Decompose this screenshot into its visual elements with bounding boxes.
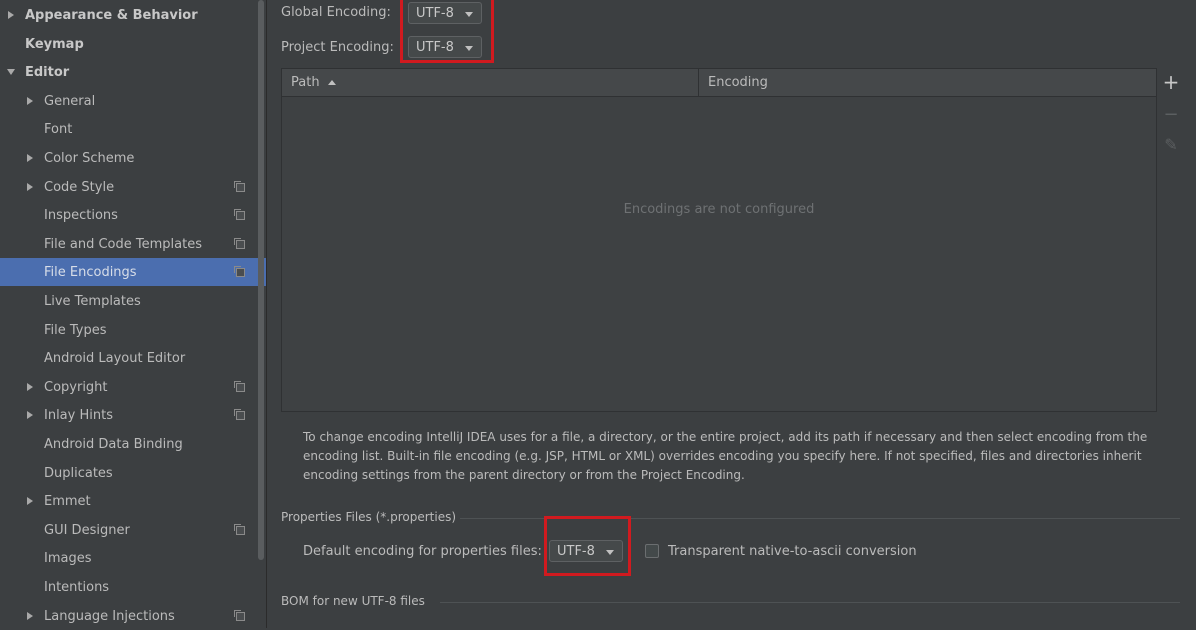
- section-divider: [440, 602, 1180, 603]
- expand-right-icon[interactable]: [27, 383, 33, 391]
- expand-right-icon[interactable]: [27, 97, 33, 105]
- sidebar-item-label: File Types: [44, 322, 107, 338]
- path-encoding-table[interactable]: Path Encoding Encodings are not configur…: [281, 68, 1157, 412]
- column-header-encoding[interactable]: Encoding: [699, 69, 1156, 97]
- sidebar-item-color-scheme[interactable]: Color Scheme: [0, 144, 266, 172]
- sidebar-item-label: Keymap: [25, 36, 84, 52]
- project-encoding-label: Project Encoding:: [281, 40, 394, 55]
- bom-section-title: BOM for new UTF-8 files: [281, 594, 425, 608]
- sidebar-item-label: Duplicates: [44, 465, 113, 481]
- sidebar-item-file-encodings[interactable]: File Encodings: [0, 258, 266, 286]
- transparent-conversion-label[interactable]: Transparent native-to-ascii conversion: [668, 544, 917, 559]
- sidebar-item-label: GUI Designer: [44, 522, 130, 538]
- project-scope-icon: [234, 238, 245, 249]
- sidebar-item-label: General: [44, 93, 96, 109]
- global-encoding-label: Global Encoding:: [281, 5, 391, 20]
- sidebar-item-label: Font: [44, 121, 73, 137]
- sidebar-item-images[interactable]: Images: [0, 544, 266, 572]
- column-header-encoding-label: Encoding: [708, 75, 768, 90]
- sidebar-scrollbar[interactable]: [258, 0, 264, 560]
- sidebar-item-live-templates[interactable]: Live Templates: [0, 287, 266, 315]
- sidebar-item-editor[interactable]: Editor: [0, 58, 266, 86]
- sidebar-item-duplicates[interactable]: Duplicates: [0, 459, 266, 487]
- sidebar-item-label: Appearance & Behavior: [25, 7, 198, 23]
- project-scope-icon: [234, 524, 245, 535]
- sidebar-item-emmet[interactable]: Emmet: [0, 487, 266, 515]
- sidebar-item-label: Android Layout Editor: [44, 350, 186, 366]
- sidebar-item-gui-designer[interactable]: GUI Designer: [0, 516, 266, 544]
- encoding-help-text: To change encoding IntelliJ IDEA uses fo…: [303, 430, 1148, 482]
- expand-right-icon[interactable]: [27, 411, 33, 419]
- highlight-box-properties: [544, 516, 631, 576]
- expand-right-icon[interactable]: [27, 183, 33, 191]
- sidebar-item-inspections[interactable]: Inspections: [0, 201, 266, 229]
- add-icon[interactable]: +: [1157, 68, 1185, 96]
- properties-section-title: Properties Files (*.properties): [281, 510, 457, 524]
- project-scope-icon: [234, 181, 245, 192]
- expand-down-icon[interactable]: [7, 69, 15, 75]
- sidebar-item-appearance-behavior[interactable]: Appearance & Behavior: [0, 1, 266, 29]
- sort-ascending-icon: [327, 80, 336, 85]
- sidebar-item-label: File and Code Templates: [44, 236, 202, 252]
- sidebar-item-label: Color Scheme: [44, 150, 135, 166]
- sidebar-item-label: Android Data Binding: [44, 436, 183, 452]
- sidebar-item-file-types[interactable]: File Types: [0, 316, 266, 344]
- expand-right-icon[interactable]: [27, 154, 33, 162]
- sidebar-item-intentions[interactable]: Intentions: [0, 573, 266, 601]
- sidebar-item-label: Language Injections: [44, 608, 175, 624]
- project-scope-icon: [234, 266, 245, 277]
- sidebar-item-label: Emmet: [44, 493, 91, 509]
- sidebar-item-label: Intentions: [44, 579, 110, 595]
- column-header-path-label: Path: [291, 75, 320, 90]
- project-scope-icon: [234, 610, 245, 621]
- expand-right-icon[interactable]: [27, 497, 33, 505]
- project-scope-icon: [234, 209, 245, 220]
- table-toolbar: + − ✎: [1157, 68, 1185, 412]
- expand-right-icon[interactable]: [8, 11, 14, 19]
- sidebar-item-label: File Encodings: [44, 264, 137, 280]
- sidebar-item-label: Inspections: [44, 207, 118, 223]
- expand-right-icon[interactable]: [27, 612, 33, 620]
- sidebar-item-android-layout-editor[interactable]: Android Layout Editor: [0, 344, 266, 372]
- sidebar-item-label: Inlay Hints: [44, 407, 113, 423]
- default-encoding-label: Default encoding for properties files:: [303, 544, 542, 559]
- table-empty-text: Encodings are not configured: [623, 202, 815, 217]
- sidebar-item-keymap[interactable]: Keymap: [0, 30, 266, 58]
- sidebar-item-font[interactable]: Font: [0, 115, 266, 143]
- settings-sidebar: Appearance & Behavior Keymap Editor General…: [0, 0, 267, 628]
- sidebar-item-label: Copyright: [44, 379, 108, 395]
- sidebar-item-file-and-code-templates[interactable]: File and Code Templates: [0, 230, 266, 258]
- sidebar-item-general[interactable]: General: [0, 87, 266, 115]
- column-header-path[interactable]: Path: [282, 69, 698, 97]
- sidebar-item-inlay-hints[interactable]: Inlay Hints: [0, 401, 266, 429]
- sidebar-item-code-style[interactable]: Code Style: [0, 173, 266, 201]
- project-scope-icon: [234, 381, 245, 392]
- remove-icon[interactable]: −: [1157, 100, 1185, 128]
- sidebar-item-label: Code Style: [44, 179, 115, 195]
- sidebar-item-label: Editor: [25, 64, 70, 80]
- transparent-conversion-checkbox[interactable]: [645, 544, 659, 558]
- sidebar-item-label: Live Templates: [44, 293, 141, 309]
- sidebar-item-android-data-binding[interactable]: Android Data Binding: [0, 430, 266, 458]
- highlight-box-encodings: [400, 0, 494, 63]
- edit-icon[interactable]: ✎: [1157, 130, 1185, 158]
- sidebar-item-label: Images: [44, 550, 92, 566]
- sidebar-item-copyright[interactable]: Copyright: [0, 373, 266, 401]
- sidebar-item-language-injections[interactable]: Language Injections: [0, 602, 266, 630]
- project-scope-icon: [234, 409, 245, 420]
